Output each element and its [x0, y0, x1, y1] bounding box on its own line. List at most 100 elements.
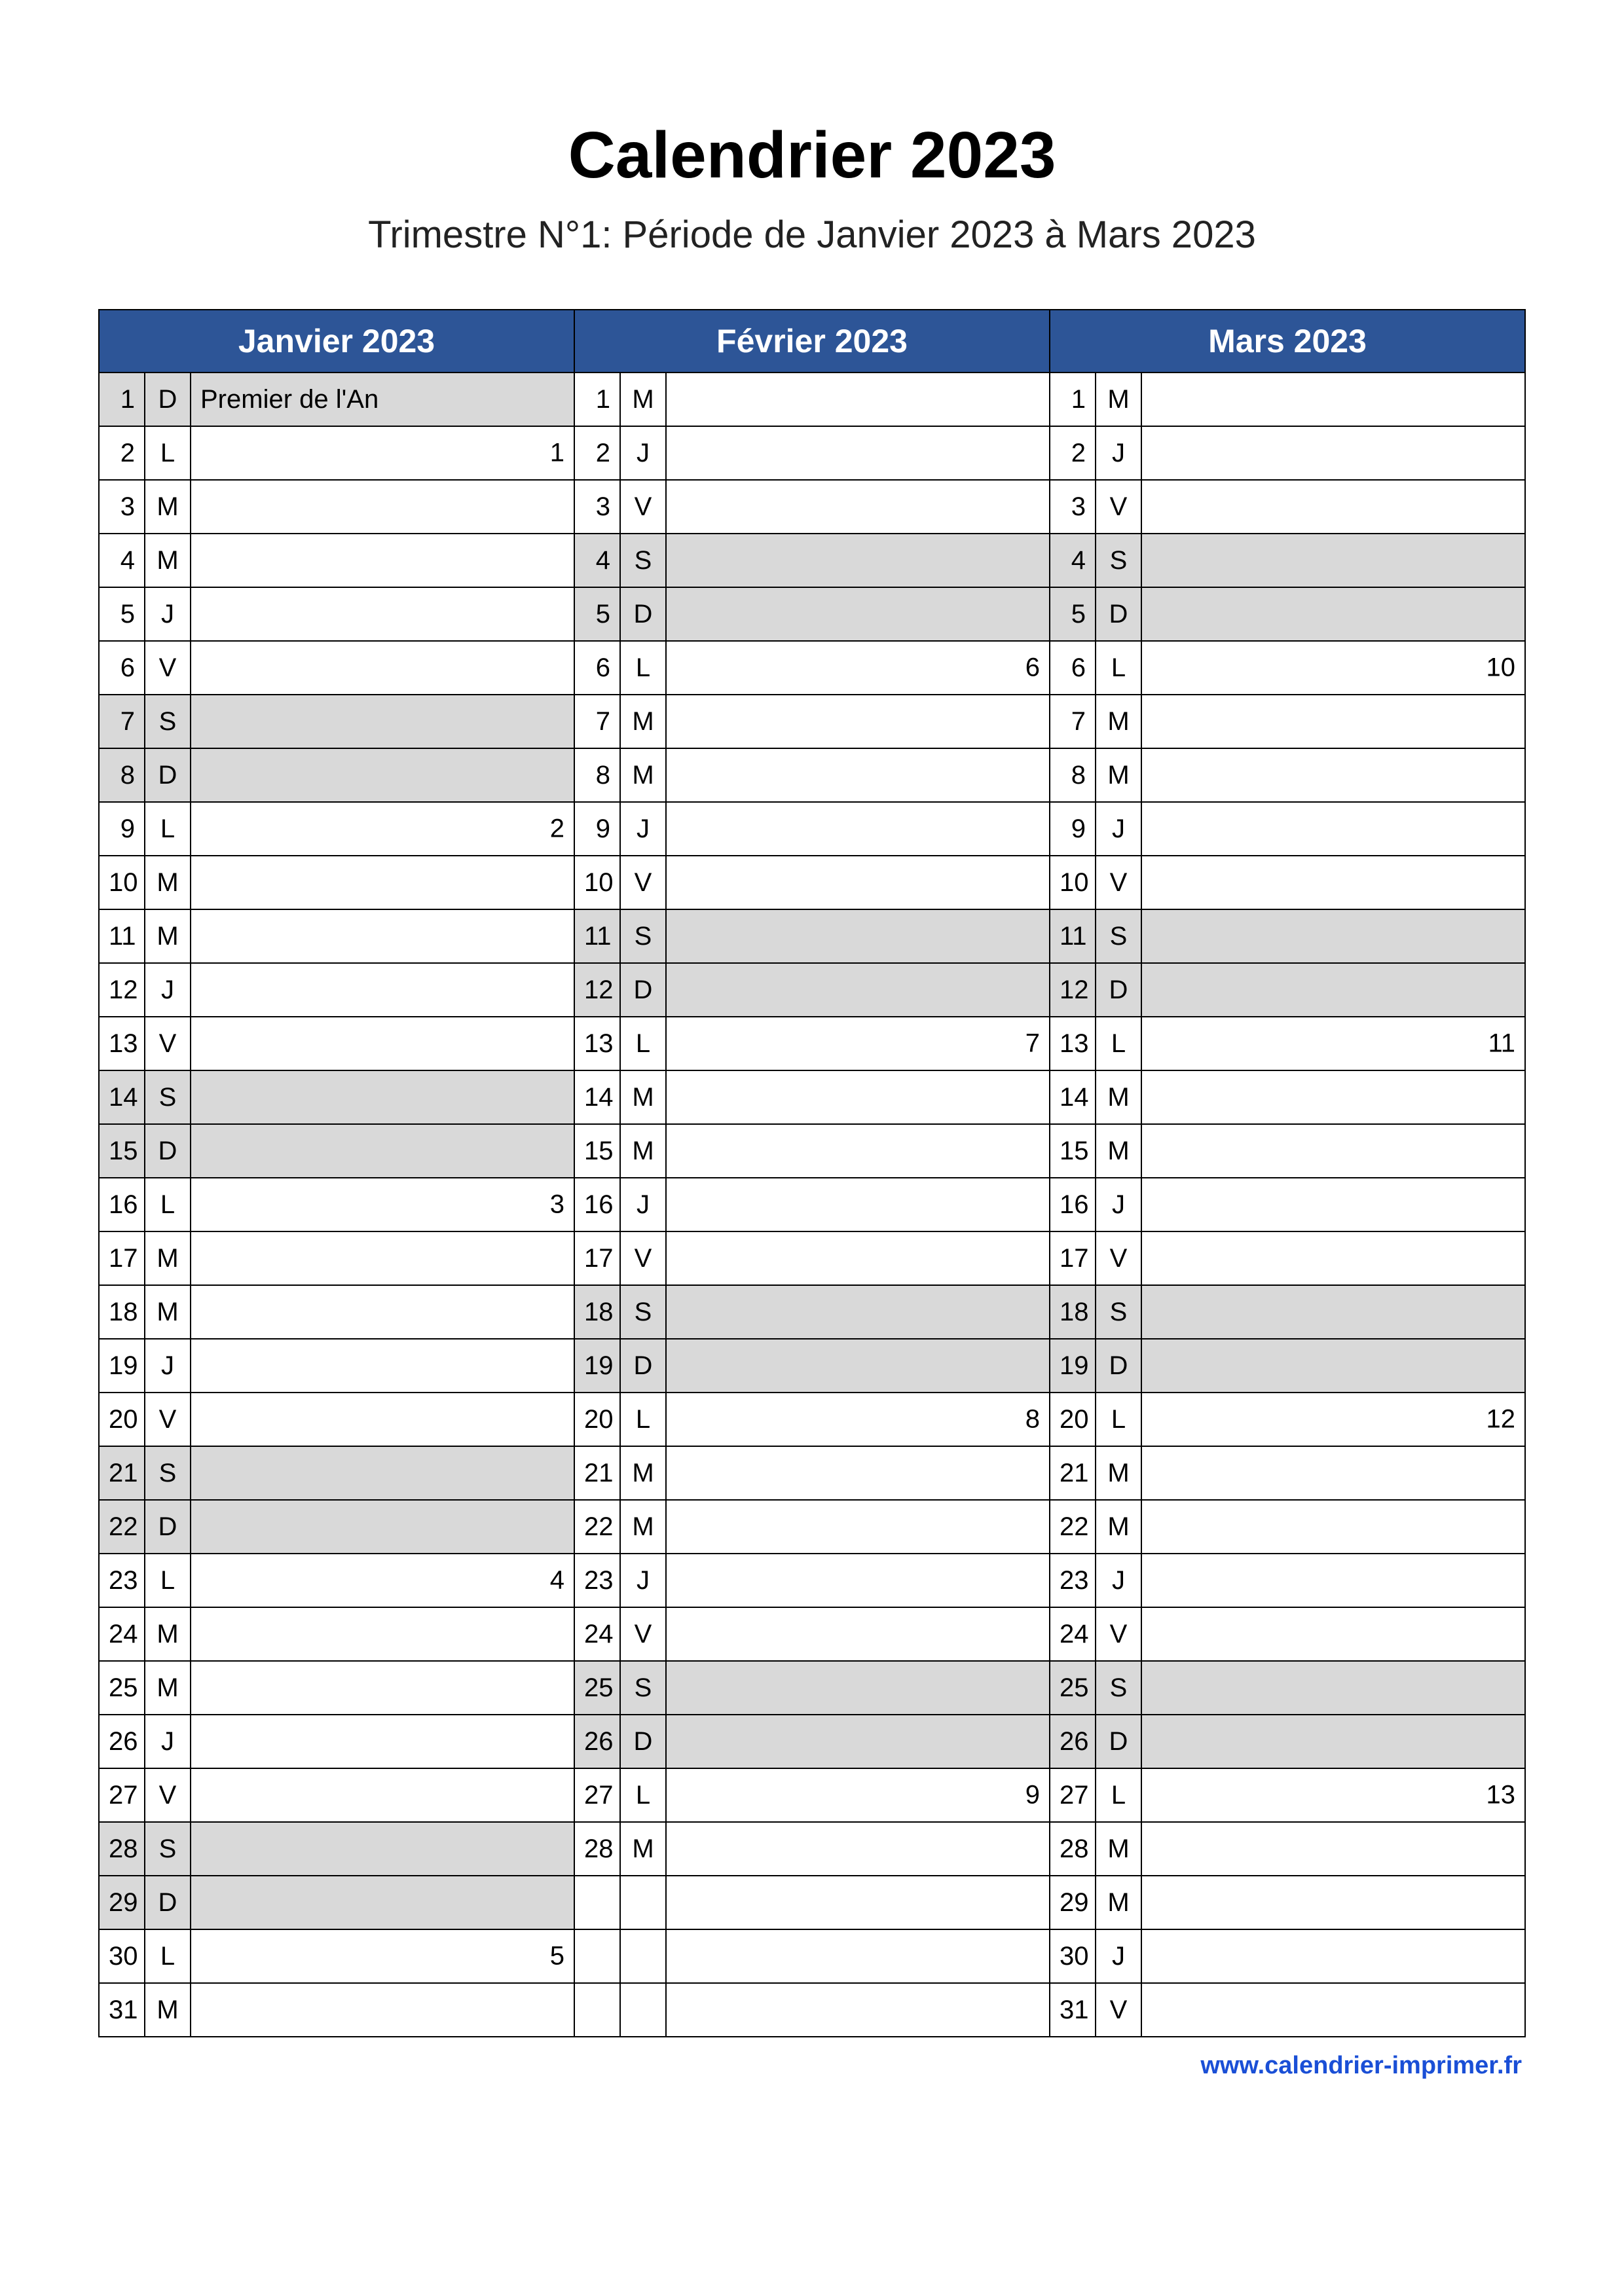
- day-note: [1141, 1876, 1525, 1929]
- day-of-week: L: [620, 1393, 666, 1446]
- day-of-week: D: [620, 587, 666, 641]
- day-note: [191, 480, 574, 534]
- day-number: 15: [1050, 1124, 1096, 1178]
- day-of-week: M: [145, 1661, 191, 1715]
- day-note: [666, 373, 1050, 426]
- day-of-week: M: [1096, 1500, 1141, 1554]
- day-number: 9: [574, 802, 620, 856]
- day-number: 8: [99, 748, 145, 802]
- day-note: [191, 1715, 574, 1768]
- day-of-week: M: [620, 1124, 666, 1178]
- day-note: [191, 1768, 574, 1822]
- week-number: 10: [1486, 653, 1516, 683]
- day-of-week: S: [620, 1285, 666, 1339]
- day-of-week: V: [1096, 856, 1141, 909]
- day-number: 26: [1050, 1715, 1096, 1768]
- day-number: 13: [574, 1017, 620, 1070]
- day-note: [1141, 1500, 1525, 1554]
- day-of-week: L: [145, 426, 191, 480]
- day-note: 1: [191, 426, 574, 480]
- day-note: [1141, 748, 1525, 802]
- calendar-row: 9L29J9J: [99, 802, 1525, 856]
- day-number: 21: [574, 1446, 620, 1500]
- day-of-week: J: [1096, 1929, 1141, 1983]
- day-note: [1141, 480, 1525, 534]
- day-note: [191, 909, 574, 963]
- day-number: 5: [1050, 587, 1096, 641]
- day-number: 11: [1050, 909, 1096, 963]
- day-number: 6: [99, 641, 145, 695]
- day-note: 12: [1141, 1393, 1525, 1446]
- day-number: 8: [574, 748, 620, 802]
- day-number: 27: [1050, 1768, 1096, 1822]
- month-header-2: Mars 2023: [1050, 310, 1525, 373]
- page: Calendrier 2023 Trimestre N°1: Période d…: [0, 0, 1624, 2080]
- day-of-week: M: [620, 373, 666, 426]
- day-note: [666, 1124, 1050, 1178]
- day-of-week: S: [145, 1822, 191, 1876]
- day-of-week: V: [1096, 1231, 1141, 1285]
- day-note-text: Premier de l'An: [200, 385, 378, 414]
- calendar-row: 4M4S4S: [99, 534, 1525, 587]
- day-of-week: S: [1096, 1285, 1141, 1339]
- day-number: 24: [99, 1607, 145, 1661]
- day-note: [191, 1983, 574, 2037]
- day-number: 12: [99, 963, 145, 1017]
- calendar-row: 11M11S11S: [99, 909, 1525, 963]
- day-number: 9: [99, 802, 145, 856]
- day-number: 13: [99, 1017, 145, 1070]
- day-note: [666, 1339, 1050, 1393]
- day-of-week: V: [620, 1231, 666, 1285]
- day-number: 12: [1050, 963, 1096, 1017]
- month-header-1: Février 2023: [574, 310, 1050, 373]
- day-number: 16: [99, 1178, 145, 1231]
- day-of-week: M: [620, 1500, 666, 1554]
- day-of-week: L: [145, 1929, 191, 1983]
- calendar-row: 23L423J23J: [99, 1554, 1525, 1607]
- day-number: 14: [574, 1070, 620, 1124]
- day-of-week: M: [620, 1822, 666, 1876]
- day-number: 14: [99, 1070, 145, 1124]
- week-number: 8: [1025, 1405, 1040, 1434]
- day-number: 23: [1050, 1554, 1096, 1607]
- calendar-header-row: Janvier 2023 Février 2023 Mars 2023: [99, 310, 1525, 373]
- day-number: 10: [574, 856, 620, 909]
- footer-link: www.calendrier-imprimer.fr: [98, 2052, 1526, 2080]
- day-of-week: D: [1096, 963, 1141, 1017]
- page-title: Calendrier 2023: [98, 118, 1526, 193]
- day-number: 24: [1050, 1607, 1096, 1661]
- day-number: [574, 1929, 620, 1983]
- day-number: 18: [574, 1285, 620, 1339]
- day-of-week: M: [145, 856, 191, 909]
- day-note: 4: [191, 1554, 574, 1607]
- day-note: 3: [191, 1178, 574, 1231]
- calendar-row: 20V20L820L12: [99, 1393, 1525, 1446]
- day-of-week: [620, 1876, 666, 1929]
- day-note: [1141, 1554, 1525, 1607]
- day-note: [666, 1554, 1050, 1607]
- day-note: [666, 695, 1050, 748]
- day-note: [1141, 963, 1525, 1017]
- day-of-week: V: [620, 480, 666, 534]
- day-of-week: M: [1096, 748, 1141, 802]
- day-note: [666, 534, 1050, 587]
- day-number: 5: [574, 587, 620, 641]
- day-note: [1141, 1285, 1525, 1339]
- calendar-row: 10M10V10V: [99, 856, 1525, 909]
- day-number: 12: [574, 963, 620, 1017]
- day-of-week: M: [145, 1983, 191, 2037]
- day-number: 7: [99, 695, 145, 748]
- calendar-row: 17M17V17V: [99, 1231, 1525, 1285]
- day-note: [191, 1446, 574, 1500]
- day-number: 21: [1050, 1446, 1096, 1500]
- calendar-row: 3M3V3V: [99, 480, 1525, 534]
- day-number: 22: [574, 1500, 620, 1554]
- day-of-week: M: [145, 1231, 191, 1285]
- day-number: 29: [99, 1876, 145, 1929]
- day-number: 20: [1050, 1393, 1096, 1446]
- day-of-week: S: [620, 534, 666, 587]
- day-note: [191, 1285, 574, 1339]
- day-number: 2: [99, 426, 145, 480]
- day-note: [666, 1285, 1050, 1339]
- calendar-row: 31M31V: [99, 1983, 1525, 2037]
